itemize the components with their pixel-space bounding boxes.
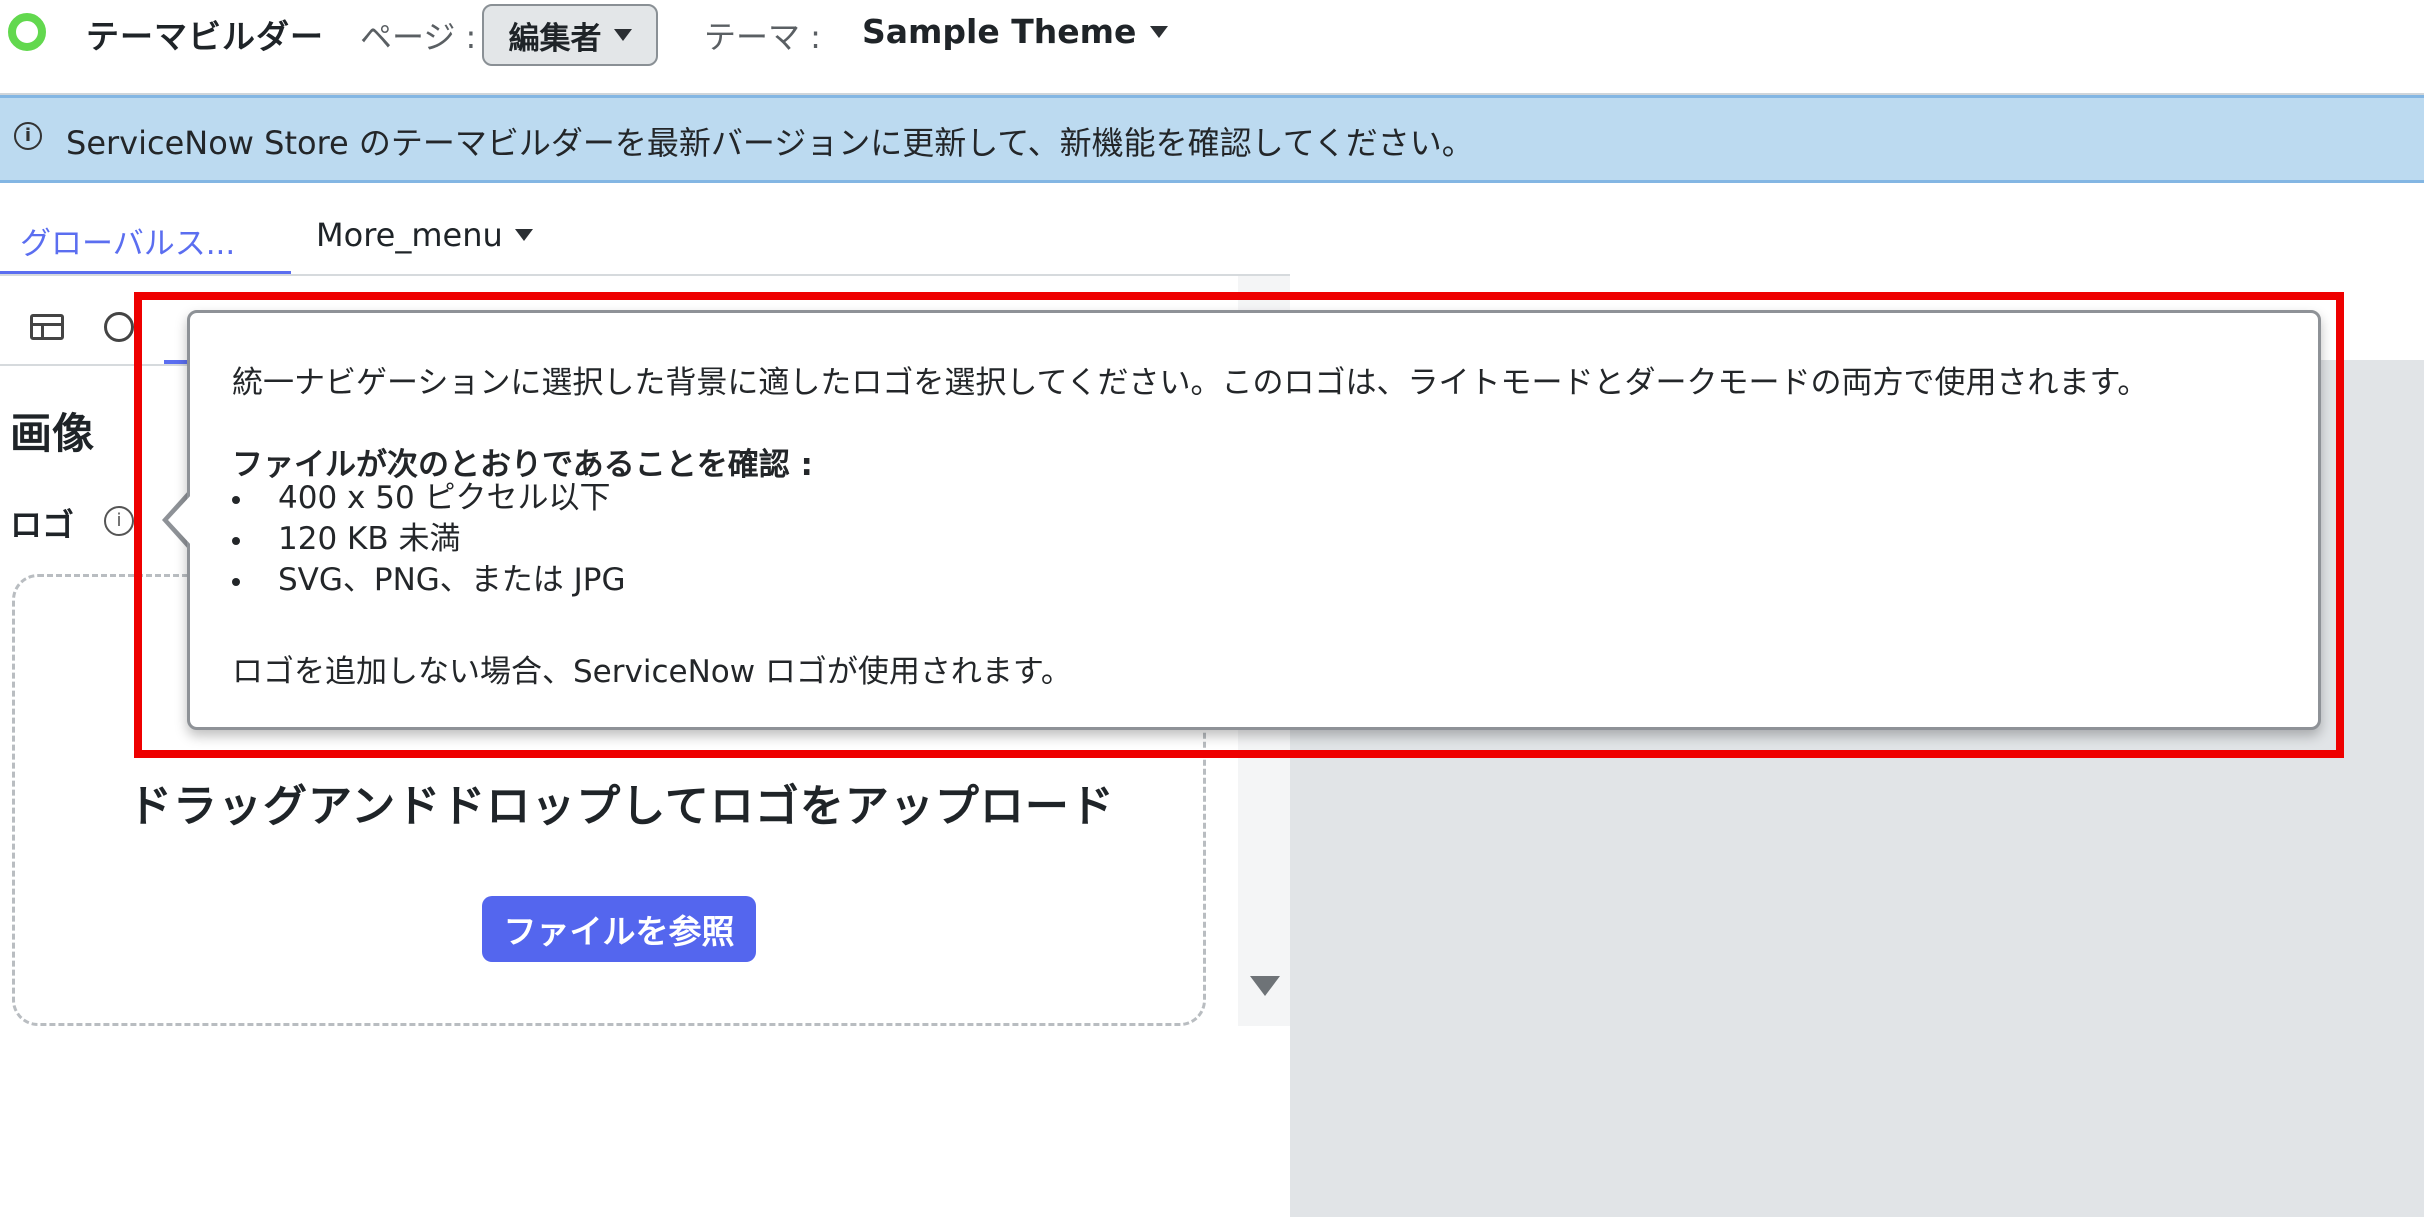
- dropzone-instructions: ドラッグアンドドロップしてロゴをアップロード: [128, 781, 1115, 832]
- scroll-down-icon[interactable]: [1250, 976, 1280, 996]
- info-icon: i: [14, 122, 42, 150]
- page-dropdown-value: 編集者: [508, 20, 602, 57]
- caret-down-icon: [514, 229, 533, 241]
- servicenow-logo-icon: [8, 13, 46, 51]
- theme-dropdown-value: Sample Theme: [862, 12, 1137, 51]
- tab-global-styles[interactable]: グローバルス...: [20, 218, 235, 263]
- browse-files-button[interactable]: ファイルを参照: [482, 896, 756, 962]
- theme-dropdown[interactable]: Sample Theme: [862, 12, 1169, 51]
- layout-icon[interactable]: [30, 314, 64, 340]
- theme-label: テーマ :: [704, 18, 821, 56]
- logo-info-icon[interactable]: i: [104, 506, 134, 536]
- palette-icon[interactable]: [104, 312, 134, 342]
- highlight-box: [134, 292, 2344, 758]
- caret-down-icon: [613, 29, 632, 41]
- section-title-images: 画像: [10, 409, 95, 458]
- page-label: ページ :: [360, 18, 477, 56]
- tab-more-menu-label: More_menu: [316, 216, 503, 254]
- page-dropdown[interactable]: 編集者: [482, 4, 658, 66]
- logo-field-label: ロゴ: [10, 506, 75, 544]
- caret-down-icon: [1150, 25, 1169, 38]
- banner-message: ServiceNow Store のテーマビルダーを最新バージョンに更新して、新…: [66, 124, 1474, 162]
- tab-more-menu[interactable]: More_menu: [316, 216, 533, 254]
- app-title: テーマビルダー: [86, 17, 324, 56]
- tabs-divider: [0, 274, 1290, 276]
